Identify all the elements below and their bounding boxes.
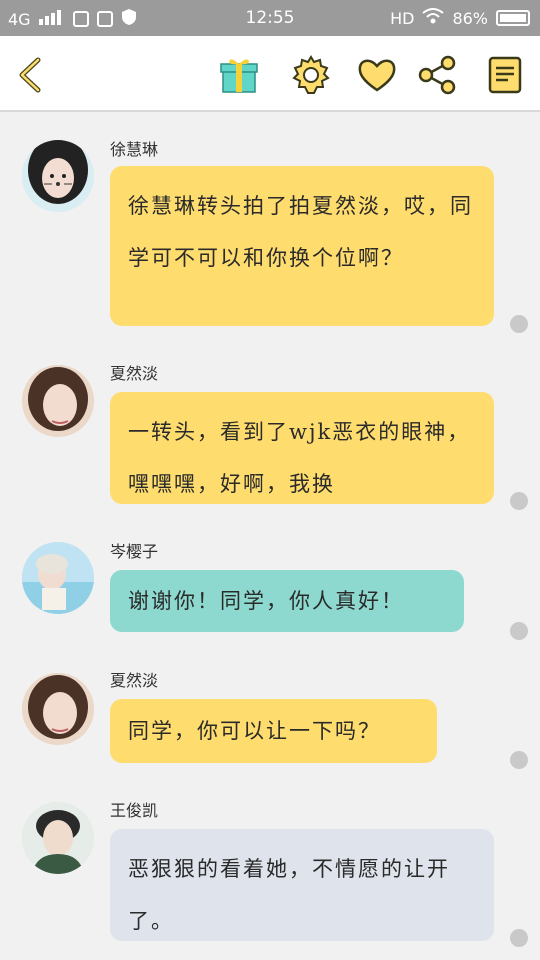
battery-icon	[496, 10, 530, 26]
message-bubble[interactable]: 恶狠狠的看着她，不情愿的让开了。	[110, 829, 494, 941]
gift-icon[interactable]	[218, 54, 260, 96]
sender-name: 王俊凯	[110, 801, 159, 820]
status-dot	[510, 492, 528, 510]
avatar[interactable]	[22, 140, 94, 212]
battery-percent: 86%	[452, 8, 488, 28]
sender-name: 夏然淡	[110, 364, 159, 383]
sender-name: 岑樱子	[110, 542, 159, 561]
message-bubble[interactable]: 谢谢你！同学，你人真好！	[110, 570, 464, 632]
status-dot	[510, 315, 528, 333]
gear-icon[interactable]	[290, 54, 332, 96]
heart-icon[interactable]	[356, 54, 398, 96]
message-bubble[interactable]: 一转头，看到了wjk恶衣的眼神，嘿嘿嘿，好啊，我换	[110, 392, 494, 504]
avatar[interactable]	[22, 802, 94, 874]
status-dot	[510, 751, 528, 769]
wifi-icon	[422, 8, 445, 28]
message-bubble[interactable]: 同学，你可以让一下吗？	[110, 699, 437, 763]
hd-label: HD	[390, 8, 415, 28]
status-right: HD 86%	[390, 8, 530, 28]
status-dot	[510, 929, 528, 947]
avatar[interactable]	[22, 673, 94, 745]
avatar[interactable]	[22, 365, 94, 437]
message-bubble[interactable]: 徐慧琳转头拍了拍夏然淡，哎，同学可不可以和你换个位啊？	[110, 166, 494, 326]
sender-name: 徐慧琳	[110, 140, 159, 159]
share-icon[interactable]	[416, 54, 458, 96]
book-icon[interactable]	[484, 54, 526, 96]
back-icon[interactable]	[10, 54, 52, 96]
chat-list[interactable]: 徐慧琳 徐慧琳转头拍了拍夏然淡，哎，同学可不可以和你换个位啊？ 夏然淡 一转头，…	[0, 112, 540, 960]
avatar[interactable]	[22, 542, 94, 614]
status-bar: 4G 12:55 HD 86%	[0, 0, 540, 36]
toolbar	[0, 36, 540, 112]
status-dot	[510, 622, 528, 640]
sender-name: 夏然淡	[110, 671, 159, 690]
